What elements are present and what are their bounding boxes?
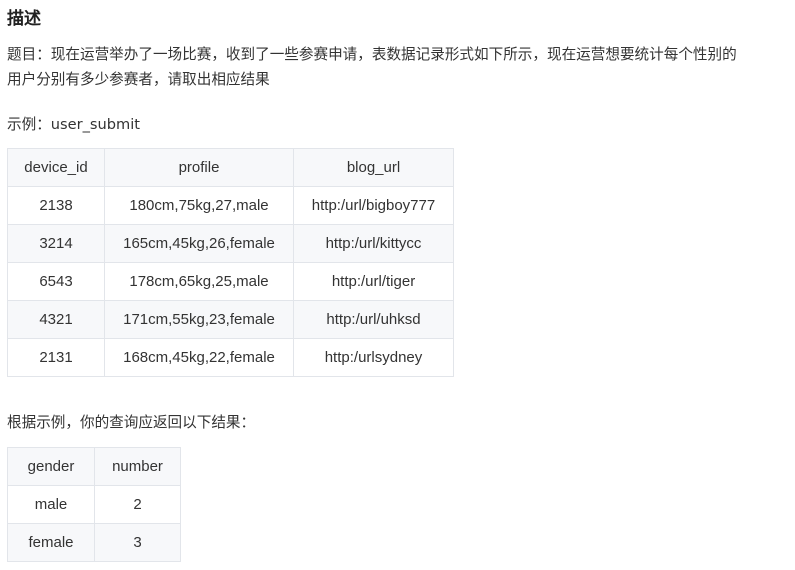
cell-device-id: 6543 bbox=[7, 262, 105, 301]
cell-profile: 180cm,75kg,27,male bbox=[104, 186, 294, 225]
cell-device-id: 4321 bbox=[7, 300, 105, 339]
description-line-1: 题目：现在运营举办了一场比赛，收到了一些参赛申请，表数据记录形式如下所示，现在运… bbox=[7, 46, 737, 63]
cell-profile: 178cm,65kg,25,male bbox=[104, 262, 294, 301]
problem-description: 题目：现在运营举办了一场比赛，收到了一些参赛申请，表数据记录形式如下所示，现在运… bbox=[7, 42, 795, 92]
cell-blog-url: http:/url/bigboy777 bbox=[293, 186, 454, 225]
result-table: gender number male 2 female 3 bbox=[7, 447, 181, 562]
user-submit-table: device_id profile blog_url 2138 180cm,75… bbox=[7, 148, 454, 377]
table-row: 6543 178cm,65kg,25,male http:/url/tiger bbox=[7, 262, 454, 301]
table-row: 2138 180cm,75kg,27,male http:/url/bigboy… bbox=[7, 186, 454, 225]
cell-blog-url: http:/urlsydney bbox=[293, 338, 454, 377]
page-title: 描述 bbox=[7, 9, 41, 29]
header-number: number bbox=[94, 447, 181, 486]
table-row: male 2 bbox=[7, 485, 181, 524]
cell-device-id: 2131 bbox=[7, 338, 105, 377]
description-line-2: 用户分别有多少参赛者，请取出相应结果 bbox=[7, 71, 270, 88]
example-label: 示例：user_submit bbox=[7, 116, 141, 133]
header-profile: profile bbox=[104, 148, 294, 187]
header-gender: gender bbox=[7, 447, 95, 486]
cell-blog-url: http:/url/kittycc bbox=[293, 224, 454, 263]
result-label: 根据示例，你的查询应返回以下结果： bbox=[7, 414, 256, 431]
cell-gender: male bbox=[7, 485, 95, 524]
cell-device-id: 2138 bbox=[7, 186, 105, 225]
cell-number: 3 bbox=[94, 523, 181, 562]
header-device-id: device_id bbox=[7, 148, 105, 187]
cell-profile: 168cm,45kg,22,female bbox=[104, 338, 294, 377]
cell-blog-url: http:/url/uhksd bbox=[293, 300, 454, 339]
table-header-row: device_id profile blog_url bbox=[7, 148, 454, 187]
cell-blog-url: http:/url/tiger bbox=[293, 262, 454, 301]
table-row: 3214 165cm,45kg,26,female http:/url/kitt… bbox=[7, 224, 454, 263]
table-row: female 3 bbox=[7, 523, 181, 562]
header-blog-url: blog_url bbox=[293, 148, 454, 187]
cell-profile: 171cm,55kg,23,female bbox=[104, 300, 294, 339]
table-row: 2131 168cm,45kg,22,female http:/urlsydne… bbox=[7, 338, 454, 377]
cell-profile: 165cm,45kg,26,female bbox=[104, 224, 294, 263]
cell-gender: female bbox=[7, 523, 95, 562]
table-header-row: gender number bbox=[7, 447, 181, 486]
table-row: 4321 171cm,55kg,23,female http:/url/uhks… bbox=[7, 300, 454, 339]
cell-device-id: 3214 bbox=[7, 224, 105, 263]
cell-number: 2 bbox=[94, 485, 181, 524]
